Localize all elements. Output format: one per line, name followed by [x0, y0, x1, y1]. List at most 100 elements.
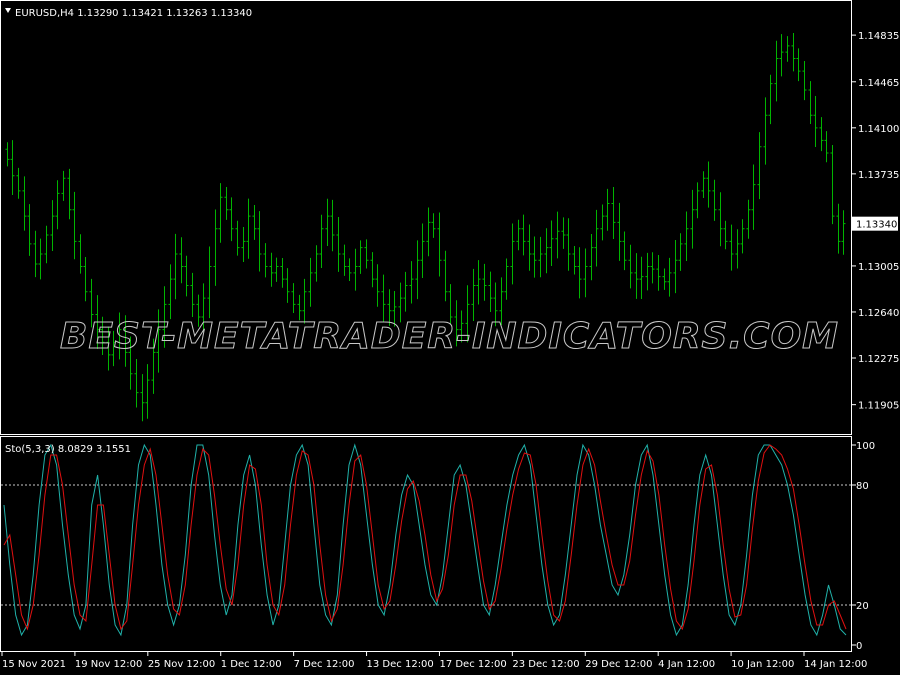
symbol-header: EURUSD,H4 1.13290 1.13421 1.13263 1.1334… [15, 8, 252, 19]
price-bar [532, 236, 537, 278]
price-tick-label: 1.13735 [858, 170, 899, 181]
price-bar [330, 199, 335, 252]
price-bar [342, 244, 347, 276]
price-bar [779, 34, 784, 77]
price-bar [678, 233, 683, 271]
chart-window[interactable]: BEST-METATRADER-INDICATORS.COM EURUSD,H4… [0, 0, 900, 675]
price-bar [72, 191, 77, 260]
price-bar [443, 250, 448, 302]
price-bar [516, 219, 521, 251]
price-tick-label: 1.12275 [858, 354, 899, 365]
price-bar [645, 252, 650, 291]
price-bar [695, 182, 700, 219]
price-bar [134, 359, 139, 408]
price-bar [190, 272, 195, 317]
price-bar [712, 179, 717, 221]
price-bar [426, 207, 431, 257]
price-bar [813, 95, 818, 148]
time-tick-label: 19 Nov 12:00 [75, 659, 142, 670]
price-bar [667, 257, 672, 297]
time-tick-label: 7 Dec 12:00 [294, 659, 355, 670]
price-bar [420, 223, 425, 279]
price-bar [802, 60, 807, 101]
price-bar [819, 117, 824, 152]
price-tick-label: 1.14835 [858, 31, 899, 42]
level-tick-label: 100 [856, 441, 875, 452]
price-bar [5, 142, 10, 167]
price-bar [841, 210, 846, 255]
price-bar [353, 248, 358, 291]
time-tick-label: 25 Nov 12:00 [148, 659, 215, 670]
time-tick-label: 23 Dec 12:00 [512, 659, 579, 670]
price-bar [656, 254, 661, 291]
price-tick-label: 1.12640 [858, 308, 899, 319]
triangle-down-icon[interactable] [5, 8, 11, 13]
stoch-main-line [3, 443, 847, 637]
price-bar [179, 237, 184, 284]
price-bar [774, 40, 779, 102]
price-bar [488, 271, 493, 312]
price-bar [44, 225, 49, 264]
price-bar [740, 219, 745, 254]
price-bar [61, 170, 66, 201]
price-bar [140, 374, 145, 422]
price-bar [437, 212, 442, 277]
price-bar [184, 255, 189, 297]
price-bar [285, 268, 290, 303]
price-bar [403, 271, 408, 312]
price-bar [364, 239, 369, 269]
price-bar [347, 258, 352, 282]
price-bar [16, 167, 21, 199]
price-bar [566, 218, 571, 271]
price-bar [319, 214, 324, 268]
price-tick-label: 1.14465 [858, 78, 899, 89]
indicator-axis[interactable]: 100 80 20 0 [852, 441, 875, 652]
price-bar [241, 227, 246, 262]
price-tick-label: 1.14100 [858, 124, 899, 135]
price-bar [55, 180, 60, 230]
price-bar [83, 257, 88, 302]
price-bar [836, 203, 841, 254]
price-bar [145, 364, 150, 419]
time-tick-label: 29 Dec 12:00 [585, 659, 652, 670]
price-bar [381, 274, 386, 322]
price-bar [218, 183, 223, 243]
price-bar [572, 245, 577, 275]
price-bar [763, 97, 768, 165]
price-bar [768, 74, 773, 125]
time-tick-label: 4 Jan 12:00 [658, 659, 715, 670]
level-tick-label: 20 [856, 601, 869, 612]
price-bar [594, 209, 599, 267]
price-bar [10, 140, 15, 196]
price-bar [229, 197, 234, 242]
price-bar [269, 252, 274, 287]
price-bar [504, 258, 509, 300]
price-bar [257, 211, 262, 272]
price-bar [650, 252, 655, 284]
price-bar [415, 240, 420, 300]
price-bar [246, 198, 251, 259]
price-bar [510, 223, 515, 285]
time-axis[interactable]: 15 Nov 2021 19 Nov 12:00 25 Nov 12:00 1 Dec… [1, 652, 867, 670]
price-bar [634, 253, 639, 299]
price-tick-label: 1.13005 [858, 262, 899, 273]
price-bar [213, 209, 218, 286]
price-bar [662, 268, 667, 290]
time-tick-label: 17 Dec 12:00 [439, 659, 506, 670]
indicator-label: Sto(5,3,3) 8.0829 3.1551 [5, 444, 131, 455]
price-bar [67, 168, 72, 220]
time-tick-label: 13 Dec 12:00 [367, 659, 434, 670]
price-bar [38, 238, 43, 280]
price-bar [824, 131, 829, 163]
price-bar [476, 260, 481, 305]
price-bar [796, 48, 801, 82]
price-bar [577, 247, 582, 299]
svg-text:1.13340: 1.13340 [856, 220, 897, 231]
time-tick-label: 10 Jan 12:00 [731, 659, 794, 670]
price-bar [173, 233, 178, 300]
price-bar [375, 264, 380, 307]
price-bar [673, 240, 678, 294]
price-bar [544, 228, 549, 274]
price-bar [207, 246, 212, 319]
price-bar [50, 200, 55, 251]
